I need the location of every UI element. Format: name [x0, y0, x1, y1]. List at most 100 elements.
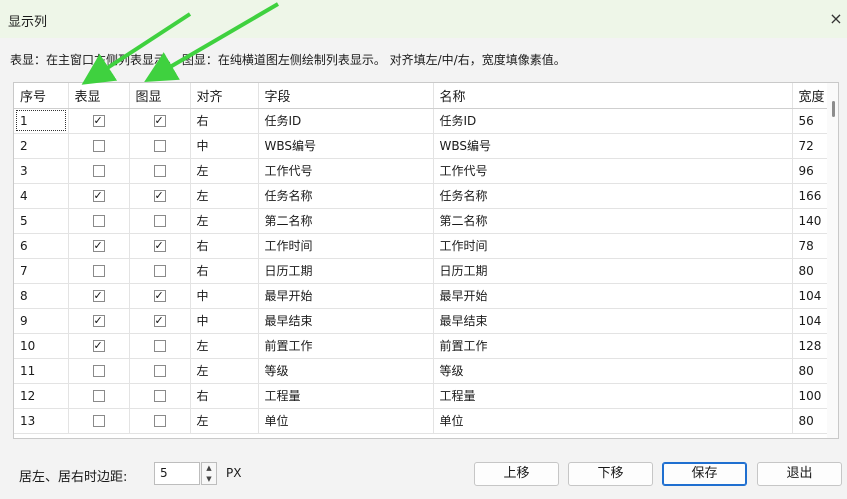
table-row[interactable]: 11 左等级 等级 80 [14, 358, 830, 384]
row-seq[interactable]: 13 [14, 408, 69, 434]
row-align[interactable]: 右 [190, 233, 259, 259]
save-button[interactable]: 保存 [662, 462, 747, 486]
chart-show-checkbox[interactable] [153, 390, 166, 402]
row-name[interactable]: 等级 [433, 358, 793, 384]
table-row[interactable]: 12 右工程量 工程量 100 [14, 383, 830, 409]
row-align[interactable]: 中 [190, 308, 259, 334]
row-width[interactable]: 104 [792, 308, 830, 334]
row-width[interactable]: 140 [792, 208, 830, 234]
row-align[interactable]: 右 [190, 108, 259, 134]
row-width[interactable]: 78 [792, 233, 830, 259]
table-row[interactable]: 9中最早结束最早结束104 [14, 308, 830, 334]
table-row[interactable]: 7 右日历工期 日历工期 80 [14, 258, 830, 284]
row-seq[interactable]: 11 [14, 358, 69, 384]
row-name[interactable]: 最早结束 [433, 308, 793, 334]
row-chart-show-cell[interactable] [129, 358, 191, 384]
row-seq[interactable]: 6 [14, 233, 69, 259]
row-table-show-cell[interactable] [68, 233, 130, 259]
row-name[interactable]: 工作时间 [433, 233, 793, 259]
close-icon[interactable]: × [825, 6, 847, 32]
table-show-checkbox[interactable] [92, 415, 105, 427]
chart-show-checkbox[interactable] [153, 140, 166, 152]
chart-show-checkbox[interactable] [153, 190, 166, 202]
row-chart-show-cell[interactable] [129, 133, 191, 159]
row-seq[interactable]: 7 [14, 258, 69, 284]
row-align[interactable]: 左 [190, 358, 259, 384]
row-chart-show-cell[interactable] [129, 258, 191, 284]
table-show-checkbox[interactable] [92, 265, 105, 277]
row-width[interactable]: 128 [792, 333, 830, 359]
row-chart-show-cell[interactable] [129, 383, 191, 409]
row-align[interactable]: 右 [190, 383, 259, 409]
table-row[interactable]: 4左任务名称任务名称166 [14, 183, 830, 209]
row-width[interactable]: 80 [792, 258, 830, 284]
table-show-checkbox[interactable] [92, 365, 105, 377]
row-align[interactable]: 左 [190, 158, 259, 184]
row-align[interactable]: 左 [190, 408, 259, 434]
row-seq[interactable]: 4 [14, 183, 69, 209]
row-table-show-cell[interactable] [68, 333, 130, 359]
chart-show-checkbox[interactable] [153, 165, 166, 177]
row-name[interactable]: 日历工期 [433, 258, 793, 284]
row-table-show-cell[interactable] [68, 258, 130, 284]
columns-grid[interactable]: 序号表显图显对齐字段名称宽度 1右任务ID任务ID562中WBS编号WBS编号7… [13, 82, 839, 439]
row-chart-show-cell[interactable] [129, 108, 191, 134]
row-table-show-cell[interactable] [68, 208, 130, 234]
row-name[interactable]: 任务名称 [433, 183, 793, 209]
vertical-scrollbar[interactable] [827, 83, 838, 438]
row-seq[interactable]: 9 [14, 308, 69, 334]
table-show-checkbox[interactable] [92, 315, 105, 327]
row-align[interactable]: 右 [190, 258, 259, 284]
row-seq[interactable]: 10 [14, 333, 69, 359]
row-width[interactable]: 100 [792, 383, 830, 409]
table-row[interactable]: 5 左第二名称 第二名称 140 [14, 208, 830, 234]
table-row[interactable]: 6右工作时间工作时间78 [14, 233, 830, 259]
chart-show-checkbox[interactable] [153, 240, 166, 252]
row-chart-show-cell[interactable] [129, 308, 191, 334]
row-chart-show-cell[interactable] [129, 333, 191, 359]
row-seq[interactable]: 8 [14, 283, 69, 309]
table-row[interactable]: 13 左单位 单位 80 [14, 408, 830, 434]
row-align[interactable]: 中 [190, 133, 259, 159]
table-show-checkbox[interactable] [92, 115, 105, 127]
move-up-button[interactable]: 上移 [474, 462, 559, 486]
table-show-checkbox[interactable] [92, 240, 105, 252]
table-row[interactable]: 8中最早开始最早开始104 [14, 283, 830, 309]
chart-show-checkbox[interactable] [153, 315, 166, 327]
row-chart-show-cell[interactable] [129, 408, 191, 434]
row-table-show-cell[interactable] [68, 383, 130, 409]
row-width[interactable]: 80 [792, 408, 830, 434]
row-table-show-cell[interactable] [68, 308, 130, 334]
row-table-show-cell[interactable] [68, 283, 130, 309]
chart-show-checkbox[interactable] [153, 415, 166, 427]
chart-show-checkbox[interactable] [153, 340, 166, 352]
table-show-checkbox[interactable] [92, 165, 105, 177]
row-name[interactable]: 单位 [433, 408, 793, 434]
row-name[interactable]: 第二名称 [433, 208, 793, 234]
row-chart-show-cell[interactable] [129, 183, 191, 209]
row-width[interactable]: 80 [792, 358, 830, 384]
table-row[interactable]: 1右任务ID任务ID56 [14, 108, 830, 134]
table-show-checkbox[interactable] [92, 190, 105, 202]
table-show-checkbox[interactable] [92, 290, 105, 302]
row-chart-show-cell[interactable] [129, 233, 191, 259]
row-name[interactable]: 工程量 [433, 383, 793, 409]
row-table-show-cell[interactable] [68, 158, 130, 184]
row-seq[interactable]: 3 [14, 158, 69, 184]
chart-show-checkbox[interactable] [153, 115, 166, 127]
table-show-checkbox[interactable] [92, 140, 105, 152]
row-chart-show-cell[interactable] [129, 283, 191, 309]
row-name[interactable]: 最早开始 [433, 283, 793, 309]
chart-show-checkbox[interactable] [153, 265, 166, 277]
row-chart-show-cell[interactable] [129, 208, 191, 234]
chart-show-checkbox[interactable] [153, 290, 166, 302]
table-row[interactable]: 10左前置工作前置工作128 [14, 333, 830, 359]
row-align[interactable]: 中 [190, 283, 259, 309]
row-table-show-cell[interactable] [68, 408, 130, 434]
row-chart-show-cell[interactable] [129, 158, 191, 184]
row-table-show-cell[interactable] [68, 108, 130, 134]
row-width[interactable]: 96 [792, 158, 830, 184]
row-align[interactable]: 左 [190, 333, 259, 359]
table-show-checkbox[interactable] [92, 215, 105, 227]
row-seq[interactable]: 2 [14, 133, 69, 159]
